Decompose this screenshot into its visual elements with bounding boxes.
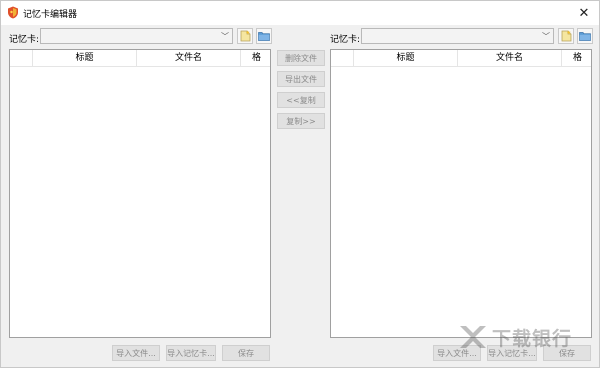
copy-to-right-button[interactable]: 复制>> (277, 113, 325, 129)
folder-icon (579, 32, 591, 41)
export-file-button[interactable]: 导出文件 (277, 71, 325, 87)
left-import-card-button[interactable]: 导入记忆卡... (166, 345, 216, 361)
right-new-card-button[interactable] (558, 28, 574, 44)
column-header-filename[interactable]: 文件名 (137, 50, 241, 67)
delete-file-button[interactable]: 删除文件 (277, 50, 325, 66)
left-card-select[interactable]: ﹀ (40, 28, 233, 44)
column-header-title[interactable]: 标题 (354, 50, 458, 67)
right-open-card-button[interactable] (577, 28, 593, 44)
window-title: 记忆卡编辑器 (23, 10, 78, 20)
chevron-down-icon: ﹀ (542, 32, 550, 41)
chevron-down-icon: ﹀ (221, 32, 229, 41)
app-shield-icon (8, 6, 18, 19)
right-card-select[interactable]: ﹀ (361, 28, 554, 44)
new-file-icon (561, 30, 571, 42)
left-save-button[interactable]: 保存 (222, 345, 270, 361)
left-import-file-button[interactable]: 导入文件... (112, 345, 160, 361)
column-header-slot[interactable]: 格 (562, 50, 591, 67)
folder-icon (258, 32, 270, 41)
close-icon: ✕ (578, 5, 590, 21)
column-header-blank[interactable] (331, 50, 354, 67)
column-header-filename[interactable]: 文件名 (458, 50, 562, 67)
left-card-label: 记忆卡: (9, 35, 40, 45)
column-header-slot[interactable]: 格 (241, 50, 270, 67)
watermark-text: 下载银行 (492, 327, 573, 350)
left-open-card-button[interactable] (256, 28, 272, 44)
left-new-card-button[interactable] (237, 28, 253, 44)
right-card-label: 记忆卡: (330, 35, 361, 45)
watermark-logo-icon (460, 326, 486, 348)
right-list-header: 标题 文件名 格 (331, 50, 591, 67)
copy-to-left-button[interactable]: <<复制 (277, 92, 325, 108)
left-list-header: 标题 文件名 格 (10, 50, 270, 67)
right-file-list[interactable]: 标题 文件名 格 (330, 49, 592, 338)
title-bar: 记忆卡编辑器 ✕ (1, 1, 599, 25)
new-file-icon (240, 30, 250, 42)
column-header-blank[interactable] (10, 50, 33, 67)
watermark: 下载银行 (458, 323, 598, 351)
left-file-list[interactable]: 标题 文件名 格 (9, 49, 271, 338)
close-button[interactable]: ✕ (569, 1, 599, 25)
column-header-title[interactable]: 标题 (33, 50, 137, 67)
memory-card-editor-window: 记忆卡编辑器 ✕ 记忆卡: ﹀ 标题 文件名 格 导入文件... 导入记忆卡..… (0, 0, 600, 368)
